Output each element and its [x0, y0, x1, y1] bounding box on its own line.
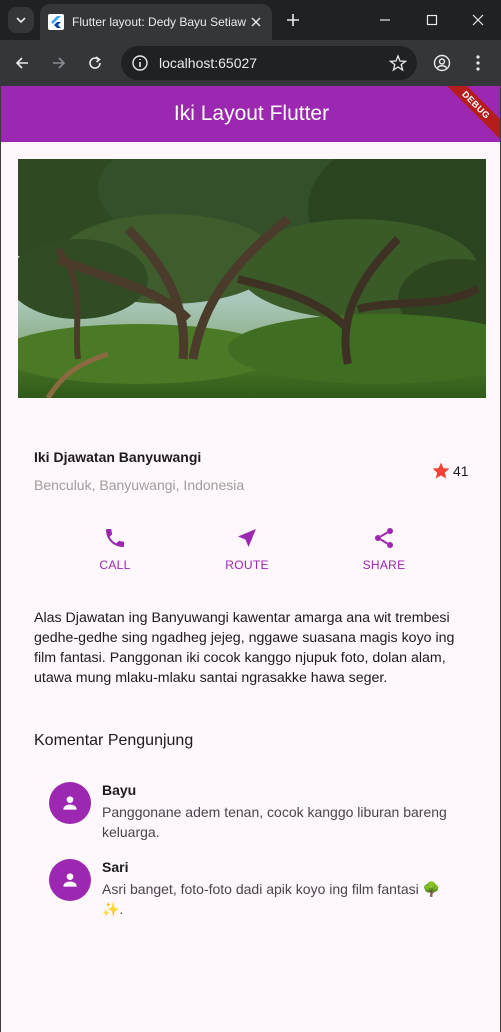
- minimize-button[interactable]: [375, 10, 395, 30]
- back-button[interactable]: [11, 52, 33, 74]
- minimize-icon: [380, 19, 390, 21]
- comment-item: Bayu Panggonane adem tenan, cocok kanggo…: [49, 782, 449, 842]
- avatar: [49, 859, 91, 901]
- reload-button[interactable]: [84, 52, 106, 74]
- share-icon: [375, 528, 393, 548]
- tab-search-button[interactable]: [8, 7, 34, 33]
- person-icon: [63, 796, 77, 810]
- comment-author: Sari: [102, 859, 129, 875]
- star-outline-icon: [389, 54, 407, 72]
- place-name: Iki Djawatan Banyuwangi: [34, 449, 202, 465]
- arrow-left-icon: [15, 57, 28, 69]
- site-info-icon[interactable]: [131, 54, 149, 72]
- new-tab-button[interactable]: [283, 10, 303, 30]
- comment-author: Bayu: [102, 782, 137, 798]
- phone-icon: [106, 529, 124, 547]
- plus-icon: [287, 14, 299, 26]
- window-close-button[interactable]: [468, 10, 488, 30]
- address-bar[interactable]: localhost:65027: [121, 46, 417, 80]
- close-icon: [472, 14, 484, 26]
- close-icon: [251, 17, 261, 27]
- share-label: SHARE: [362, 558, 406, 572]
- app-title: Iki Layout Flutter: [173, 102, 330, 125]
- navigation-icon: [238, 529, 256, 547]
- browser-tabstrip: Flutter layout: Dedy Bayu Setiawan: [0, 0, 501, 40]
- url-text: localhost:65027: [159, 55, 258, 71]
- comments-title: Komentar Pengunjung: [34, 732, 194, 749]
- profile-button[interactable]: [431, 52, 453, 74]
- flutter-icon: [48, 14, 64, 30]
- tab-title: Flutter layout: Dedy Bayu Setiawan: [72, 15, 246, 29]
- bookmark-button[interactable]: [389, 54, 407, 72]
- forest-photo: [18, 159, 486, 398]
- call-label: CALL: [99, 558, 131, 572]
- profile-icon: [433, 54, 451, 72]
- avatar: [49, 782, 91, 824]
- browser-tab[interactable]: Flutter layout: Dedy Bayu Setiawan: [40, 4, 272, 40]
- arrow-right-icon: [53, 57, 66, 69]
- forward-button[interactable]: [48, 52, 70, 74]
- person-icon: [63, 873, 77, 887]
- more-vert-icon: [476, 55, 480, 71]
- place-description: Alas Djawatan ing Banyuwangi kawentar am…: [34, 610, 455, 686]
- app-bar: Iki Layout Flutter: [1, 86, 500, 142]
- comment-item: Sari Asri banget, foto-foto dadi apik ko…: [49, 859, 449, 919]
- route-label: ROUTE: [225, 558, 269, 572]
- tab-close-button[interactable]: [248, 14, 264, 30]
- browser-menu-button[interactable]: [467, 52, 489, 74]
- share-button[interactable]: SHARE: [344, 526, 424, 572]
- app-viewport: Iki Layout Flutter DEBUG Iki Djawatan Ba…: [0, 86, 501, 1032]
- call-button[interactable]: CALL: [75, 526, 155, 572]
- maximize-button[interactable]: [422, 10, 442, 30]
- comment-text: Panggonane adem tenan, cocok kanggo libu…: [102, 804, 447, 840]
- rating-value: 41: [453, 463, 469, 479]
- hero-image: [18, 159, 486, 398]
- place-location: Benculuk, Banyuwangi, Indonesia: [34, 477, 245, 493]
- star-icon: [432, 462, 450, 479]
- browser-toolbar: localhost:65027: [0, 40, 501, 86]
- rating: 41: [431, 461, 469, 481]
- route-button[interactable]: ROUTE: [207, 526, 287, 572]
- maximize-icon: [426, 14, 438, 26]
- comment-text: Asri banget, foto-foto dadi apik koyo in…: [102, 881, 441, 917]
- reload-icon: [89, 56, 101, 69]
- chevron-down-icon: [16, 17, 26, 24]
